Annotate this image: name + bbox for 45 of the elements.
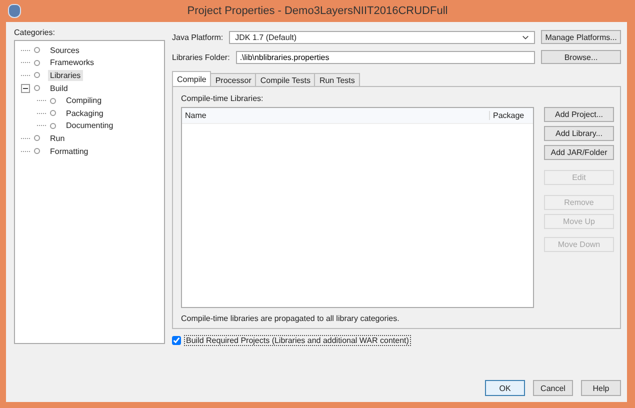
tab[interactable]: Compile xyxy=(172,71,212,86)
node-icon xyxy=(34,60,40,66)
tree-item[interactable]: Frameworks xyxy=(48,57,96,68)
tree-item[interactable]: Packaging xyxy=(64,108,106,119)
node-icon xyxy=(50,110,56,116)
column-header[interactable]: Name xyxy=(182,111,489,120)
action-button[interactable]: Add JAR/Folder xyxy=(544,145,614,160)
dialog-button[interactable]: Help xyxy=(581,380,621,396)
action-button[interactable]: Add Project... xyxy=(544,107,614,122)
field-label: Java Platform: xyxy=(172,32,224,42)
node-icon xyxy=(34,72,40,78)
tree-item[interactable]: Sources xyxy=(48,44,82,56)
tab[interactable]: Run Tests xyxy=(314,73,360,86)
tree-item[interactable]: Run xyxy=(48,132,67,144)
field-label: Libraries Folder: xyxy=(172,52,230,62)
tree-item[interactable]: Libraries xyxy=(48,70,83,81)
tree-item[interactable]: Documenting xyxy=(64,120,116,132)
manage-platforms-button[interactable]: Manage Platforms... xyxy=(541,30,621,44)
libraries-folder-field[interactable]: .\lib\nblibraries.properties xyxy=(236,50,535,64)
node-icon xyxy=(34,135,40,142)
tab[interactable]: Compile Tests xyxy=(255,73,316,86)
platform-dropdown[interactable]: JDK 1.7 (Default) xyxy=(229,30,535,44)
tree-item[interactable]: Formatting xyxy=(48,146,90,157)
app-icon xyxy=(8,4,21,18)
action-button[interactable]: Add Library... xyxy=(544,126,614,141)
dialog-button[interactable]: Cancel xyxy=(533,380,573,396)
tab[interactable]: Processor xyxy=(210,73,256,86)
node-icon xyxy=(34,47,40,54)
node-icon xyxy=(34,148,40,154)
node-icon xyxy=(34,85,40,92)
browse-button[interactable]: Browse... xyxy=(541,50,621,64)
info-text: Compile-time libraries are propagated to all library categories. xyxy=(181,313,400,324)
checkbox-label: Build Required Projects (Libraries and additional WAR content) xyxy=(184,335,411,346)
dialog-button[interactable]: OK xyxy=(485,380,525,396)
checkbox[interactable] xyxy=(172,336,181,345)
column-header[interactable]: Package xyxy=(489,111,533,120)
node-icon xyxy=(50,98,56,104)
tree-item[interactable]: Build xyxy=(48,82,70,94)
node-icon xyxy=(50,122,56,129)
tree-item[interactable]: Compiling xyxy=(64,95,104,106)
section-label: Compile-time Libraries: xyxy=(181,93,264,104)
caret-icon xyxy=(522,34,529,40)
categories-label: Categories: xyxy=(14,27,56,38)
window-title: Project Properties - Demo3LayersNIIT2016CRUDFull xyxy=(186,5,449,17)
collapse-icon[interactable] xyxy=(21,84,30,93)
